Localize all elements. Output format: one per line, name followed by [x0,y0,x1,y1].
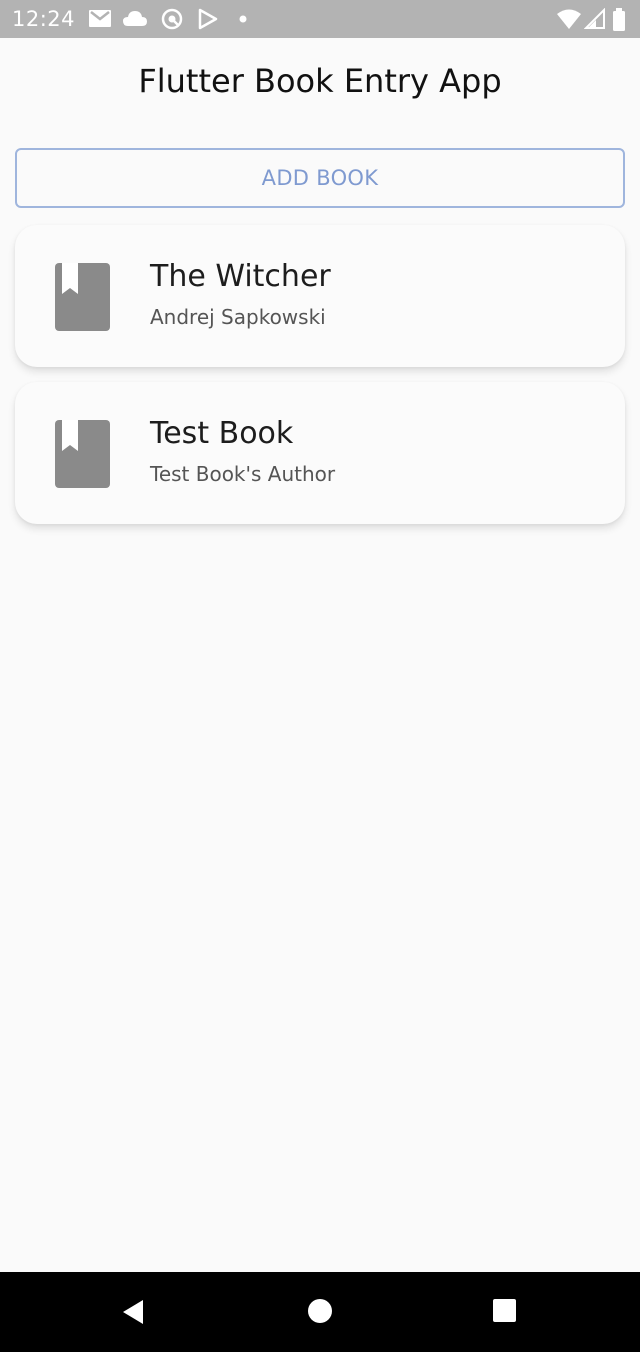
recents-icon[interactable] [492,1298,517,1323]
status-bar: 12:24 [0,0,640,38]
back-icon[interactable] [119,1298,147,1326]
status-time: 12:24 [12,7,76,31]
gmail-icon [89,10,111,27]
wifi-icon [557,9,581,29]
book-title: The Witcher [150,259,331,294]
book-card[interactable]: Test Book Test Book's Author [15,382,625,524]
play-store-icon [198,8,218,30]
book-author: Test Book's Author [150,462,336,486]
dot-icon [239,15,247,23]
cell-signal-icon [584,8,605,29]
battery-icon [613,8,625,31]
navigation-bar [0,1272,640,1352]
bookmark-book-icon [55,263,110,331]
book-author: Andrej Sapkowski [150,305,326,329]
book-title: Test Book [150,416,294,451]
page-title: Flutter Book Entry App [138,62,502,100]
book-card[interactable]: The Witcher Andrej Sapkowski [15,225,625,367]
at-sign-icon [161,8,183,30]
bookmark-book-icon [55,420,110,488]
add-book-button[interactable]: ADD BOOK [15,148,625,208]
home-icon[interactable] [307,1298,333,1324]
cloud-icon [123,11,147,26]
